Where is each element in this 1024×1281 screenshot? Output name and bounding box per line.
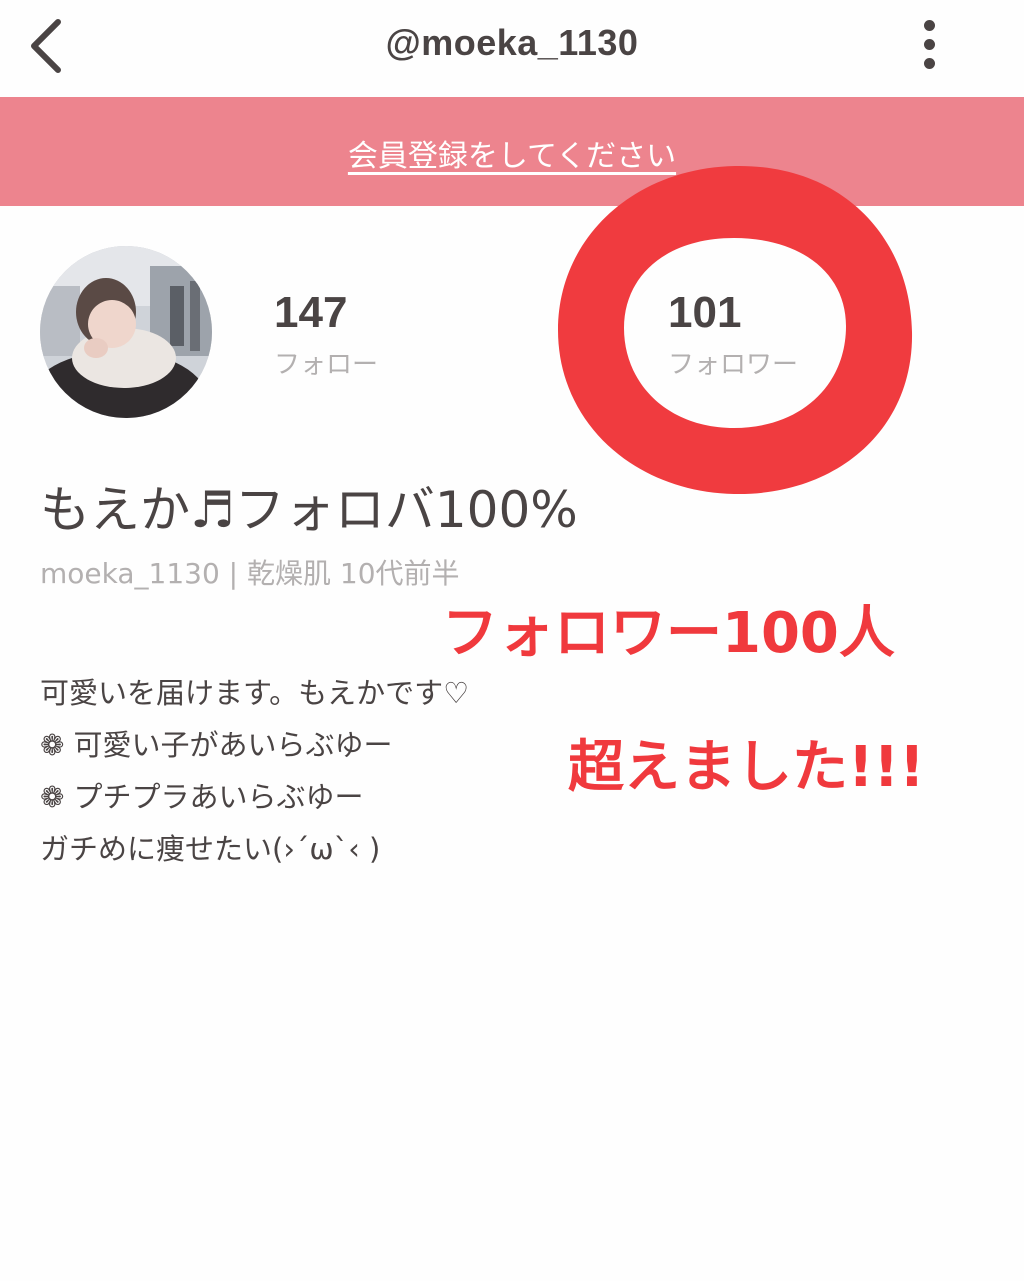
avatar[interactable] bbox=[40, 246, 212, 418]
signup-link[interactable]: 会員登録をしてください bbox=[0, 131, 1024, 175]
signup-banner: 会員登録をしてください bbox=[0, 97, 1024, 206]
profile-page: @moeka_1130 会員登録をしてください 147 フォロー 101 フォロ… bbox=[0, 0, 1024, 1281]
avatar-photo bbox=[40, 246, 212, 418]
bio-line: ❁ プチプラあいらぶゆー bbox=[40, 780, 364, 814]
more-options-button[interactable] bbox=[910, 14, 950, 74]
bio-line: 可愛いを届けます。もえかです♡ bbox=[40, 676, 470, 710]
display-name: もえか♬フォロバ100% bbox=[40, 481, 578, 539]
profile-meta: moeka_1130 | 乾燥肌 10代前半 bbox=[40, 557, 460, 590]
annotation-line-2: 超えました!!! bbox=[568, 735, 925, 800]
bio-line: ❁ 可愛い子があいらぶゆー bbox=[40, 728, 393, 762]
page-title: @moeka_1130 bbox=[385, 22, 639, 63]
vertical-dots-icon bbox=[924, 20, 935, 31]
followers-count: 101 bbox=[668, 288, 742, 337]
followers-label: フォロワー bbox=[668, 350, 799, 380]
annotation-line-1: フォロワー100人 bbox=[442, 601, 895, 666]
following-label: フォロー bbox=[274, 350, 379, 380]
top-bar: @moeka_1130 bbox=[0, 0, 1024, 96]
bio-line: ガチめに痩せたい(›´ω`‹ ) bbox=[40, 832, 381, 866]
following-count: 147 bbox=[274, 288, 348, 337]
